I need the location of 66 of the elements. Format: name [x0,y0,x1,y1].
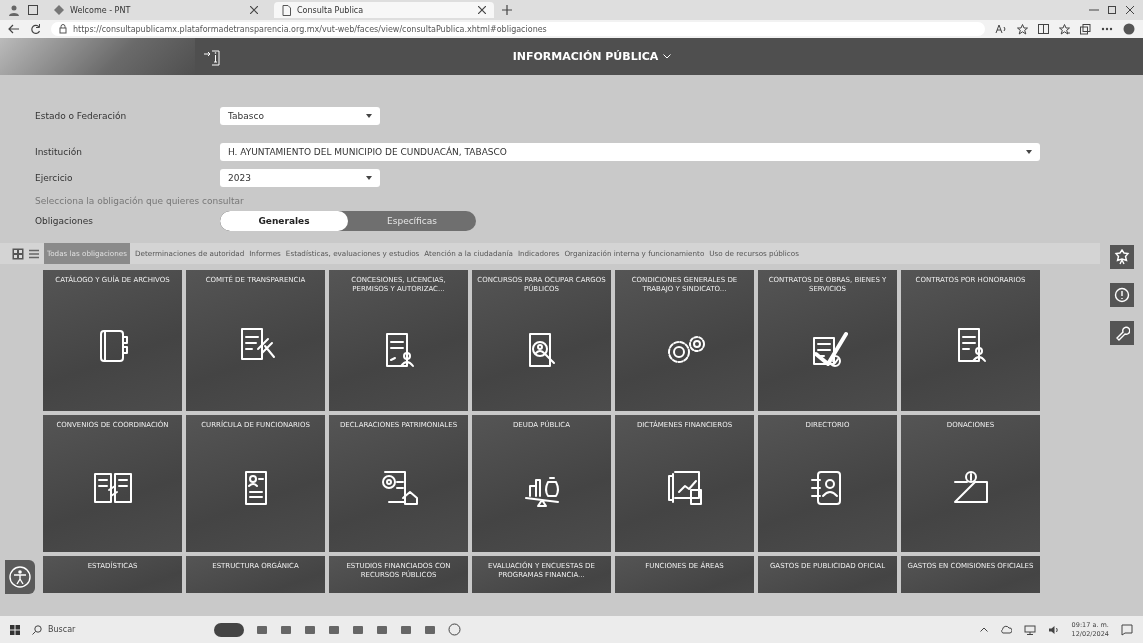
chevron-down-icon[interactable] [663,54,672,59]
tray-chevron-icon[interactable] [979,627,988,632]
close-icon[interactable] [478,6,486,14]
caret-icon [366,176,372,180]
field-label: Ejercicio [35,173,74,183]
collections-icon[interactable] [1080,23,1091,35]
more-icon[interactable] [1101,27,1113,31]
windows-icon[interactable] [10,624,20,635]
toggle-option[interactable]: Específicas [348,211,476,231]
maximize-icon[interactable] [1107,5,1117,15]
grid-view-icon[interactable] [12,247,24,260]
tab-title: Consulta Publica [297,5,364,15]
refresh-icon[interactable] [30,23,41,35]
badge-icon [1113,249,1130,265]
app-icon[interactable] [424,623,436,636]
field-label: Obligaciones [35,216,94,226]
dropdown[interactable]: 2023 [220,169,380,187]
dropdown[interactable]: H. AYUNTAMIENTO DEL MUNICIPIO DE CUNDUACÁN, TABASCO [220,143,1040,161]
list-view-icon[interactable] [29,248,39,259]
toggle-option[interactable]: Generales [220,211,348,231]
cloud-icon[interactable] [999,625,1012,634]
favorites-icon[interactable] [1059,23,1070,35]
dropdown[interactable]: Tabasco [220,107,380,125]
app-icon[interactable] [280,623,292,636]
browser-tab[interactable]: Welcome - PNT [46,2,266,18]
alert-icon [1113,287,1130,303]
app-icon[interactable] [376,623,388,636]
notification-icon[interactable] [1121,623,1133,636]
close-icon[interactable] [1125,5,1135,15]
profile-icon[interactable] [8,4,20,16]
app-icon[interactable] [352,623,364,636]
accessibility-button[interactable] [5,560,35,594]
star-icon[interactable] [1017,23,1028,35]
section-title[interactable]: INFORMACIÓN PÚBLICA [512,50,659,63]
app-icon[interactable] [400,623,412,636]
page-icon [282,4,291,16]
app-icon[interactable] [256,623,268,636]
diamond-icon [54,5,64,15]
close-icon[interactable] [250,6,258,14]
exit-info-icon[interactable] [203,47,221,66]
task-view-icon[interactable] [214,622,244,637]
read-aloud-icon[interactable] [995,24,1007,34]
field-label: Institución [35,147,83,157]
volume-icon[interactable] [1047,624,1060,635]
app-icon[interactable] [328,623,340,636]
tab-title: Welcome - PNT [70,5,131,15]
tab-actions-icon[interactable] [28,5,38,15]
accessibility-icon [9,566,31,588]
field-label: Estado o Federación [35,111,128,121]
split-screen-icon[interactable] [1038,24,1049,34]
address-bar[interactable]: https://consultapublicamx.plataformadetransparencia.org.mx/vut-web/faces/view/consultaPublica.xhtml#obligaciones [51,22,985,36]
lock-icon [59,24,67,34]
hint-text: Selecciona la obligación que quieres consultar [35,195,245,208]
browser-tab[interactable]: Consulta Publica [274,2,494,18]
app-icon[interactable] [304,623,316,636]
caret-icon [366,114,372,118]
back-icon[interactable] [8,24,20,34]
search-field[interactable]: Buscar [48,625,76,634]
search-icon [32,624,42,635]
alert-button[interactable] [1109,283,1134,307]
network-icon[interactable] [1023,624,1036,635]
browser-logo-icon[interactable] [1123,23,1135,35]
new-tab-icon[interactable] [502,5,512,15]
chat-icon[interactable] [448,623,461,636]
badge-button[interactable] [1109,245,1134,269]
caret-icon [1026,150,1032,154]
